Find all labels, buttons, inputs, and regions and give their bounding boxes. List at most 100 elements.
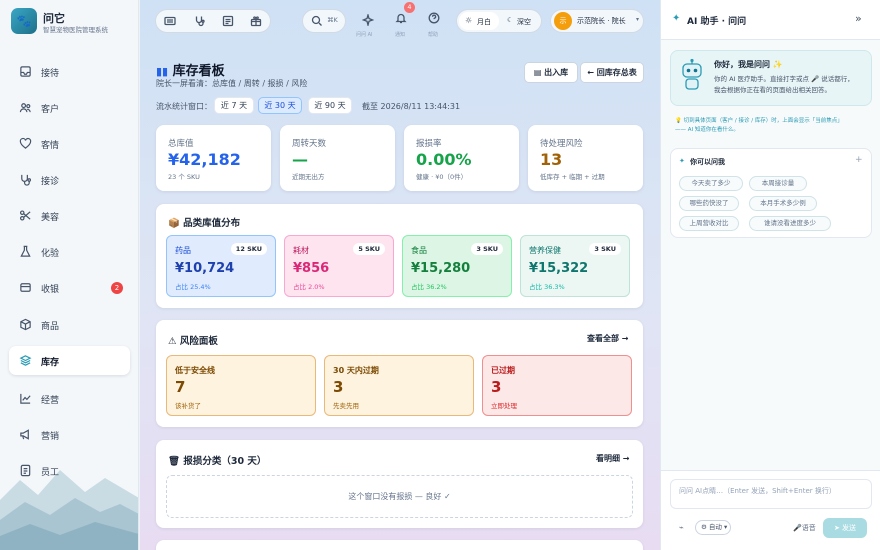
kpi-value: 0.00%	[416, 150, 472, 169]
window-90d[interactable]: 近 90 天	[308, 97, 352, 114]
stethoscope-icon	[21, 174, 32, 186]
users-icon	[19, 103, 31, 113]
reception-icon	[20, 66, 31, 77]
theme-light-label: 月白	[477, 18, 491, 26]
kpi-pending-risk[interactable]: 待处理风险 13 低库存 + 临期 + 过期	[528, 125, 643, 191]
bell-icon	[395, 13, 407, 24]
search-button[interactable]: ⌘K	[302, 9, 346, 33]
cutoff-time: 截至 2026/8/11 13:44:31	[362, 102, 461, 111]
sidebar-item-cashier[interactable]: 收银 2	[9, 273, 130, 302]
sparkle-icon: ✦	[672, 13, 681, 24]
theme-dark-option[interactable]: ☾ 深空	[501, 12, 541, 30]
risk-expiring-30d[interactable]: 30 天内过期 3 先卖先用	[324, 355, 474, 416]
category-food[interactable]: 食品 3 SKU ¥15,280 占比 36.2%	[402, 235, 512, 297]
ai-input-area: 问问 AI点睛…（Enter 发送，Shift+Enter 换行） ⌁ ⚙ 自动…	[661, 470, 880, 550]
sidebar-item-lab[interactable]: 化验	[9, 237, 130, 266]
sun-icon: ☼	[465, 16, 473, 25]
gear-icon: ⚙	[701, 523, 709, 531]
sidebar-item-reception[interactable]: 接待	[9, 57, 130, 86]
category-name: 耗材	[293, 246, 309, 255]
ai-greeting-line-1: 你的 AI 医疗助手。直接打字或点 🎤 说话都行，	[714, 75, 854, 83]
ai-hint-line-1: 💡 切到具体页面（客户 / 接诊 / 库存）时，上面会显示「当前焦点」	[675, 118, 843, 124]
kpi-value: 13	[540, 150, 563, 169]
package-icon: 📦	[168, 218, 184, 229]
attachment-icon[interactable]: ⌁	[679, 523, 684, 532]
stethoscope-tool-button[interactable]	[186, 10, 214, 32]
category-name: 营养保健	[529, 246, 561, 255]
brand-logo: 🐾	[11, 8, 37, 34]
sidebar-item-relations[interactable]: 客情	[9, 129, 130, 158]
category-sku-badge: 5 SKU	[353, 243, 385, 255]
suggestion-chip[interactable]: 今天卖了多少	[679, 176, 743, 191]
theme-dark-label: 深空	[517, 18, 531, 26]
risk-below-safety[interactable]: 低于安全线 7 该补货了	[166, 355, 316, 416]
gift-icon	[250, 16, 262, 27]
kpi-sub: 23 个 SKU	[168, 173, 200, 181]
voice-button[interactable]: 🎤语音	[793, 523, 816, 533]
sidebar-item-label: 美容	[41, 213, 60, 223]
suggestion-chip[interactable]: 本月手术多少例	[749, 196, 817, 211]
category-share: 占比 2.0%	[293, 283, 325, 291]
suggestion-chip[interactable]: 上周营收对比	[679, 216, 739, 231]
mode-select[interactable]: ⚙ 自动 ▾	[695, 520, 731, 535]
window-7d[interactable]: 近 7 天	[214, 97, 254, 114]
sidebar-item-marketing[interactable]: 营销	[9, 420, 130, 449]
back-to-inventory-button[interactable]: ← 回库存总表	[580, 62, 644, 83]
next-section-card	[156, 540, 643, 550]
risk-name: 低于安全线	[175, 366, 215, 375]
sidebar-item-grooming[interactable]: 美容	[9, 201, 130, 230]
id-card-icon	[20, 464, 31, 477]
category-nutrition[interactable]: 营养保健 3 SKU ¥15,322 占比 36.3%	[520, 235, 630, 297]
risk-name: 30 天内过期	[333, 366, 379, 375]
sidebar-item-label: 接诊	[41, 177, 60, 187]
loss-empty-state: 这个窗口没有报损 — 良好 ✓	[166, 475, 633, 518]
user-menu[interactable]: 示 示范院长 · 院长 ▾	[550, 9, 644, 33]
warning-icon: ⚠	[168, 336, 180, 347]
sidebar-item-staff[interactable]: 员工	[9, 456, 130, 485]
sidebar-item-operations[interactable]: 经营	[9, 384, 130, 413]
help-button[interactable]	[420, 7, 448, 29]
category-share: 占比 25.4%	[175, 283, 211, 291]
risk-panel-card: ⚠ 风险面板 查看全部 → 低于安全线 7 该补货了 30 天内过期 3 先卖先…	[156, 320, 643, 427]
sidebar-item-consultation[interactable]: 接诊	[9, 165, 130, 194]
risk-expired[interactable]: 已过期 3 立即处理	[482, 355, 632, 416]
category-share: 占比 36.3%	[529, 283, 565, 291]
suggestion-chip[interactable]: 本周接诊量	[749, 176, 807, 191]
category-consumables[interactable]: 耗材 5 SKU ¥856 占比 2.0%	[284, 235, 394, 297]
ai-suggestions-card: ✦ 你可以问我 + 今天卖了多少 本周接诊量 哪些药快没了 本月手术多少例 上周…	[670, 148, 872, 238]
gift-tool-button[interactable]	[242, 10, 270, 32]
view-all-risk-link[interactable]: 查看全部 →	[587, 333, 629, 344]
ai-message-input[interactable]: 问问 AI点睛…（Enter 发送，Shift+Enter 换行）	[670, 479, 872, 509]
category-share: 占比 36.2%	[411, 283, 447, 291]
keyboard-icon	[164, 16, 176, 26]
loss-detail-link[interactable]: 看明细 →	[596, 453, 630, 464]
risk-sub: 先卖先用	[333, 402, 359, 410]
box-icon	[20, 318, 31, 331]
category-name: 食品	[411, 246, 427, 255]
category-value: ¥15,280	[411, 261, 471, 276]
sidebar: 🐾 问它 智慧宠物医院管理系统 接待 客户 客情 接诊 美容 化验 收银 2 商…	[0, 0, 139, 550]
sidebar-item-products[interactable]: 商品	[9, 310, 130, 339]
inout-button[interactable]: ▤ 出入库	[524, 62, 578, 83]
collapse-panel-icon[interactable]: »	[855, 12, 862, 25]
sidebar-item-inventory[interactable]: 库存	[9, 346, 130, 375]
send-button[interactable]: ➤ 发送	[823, 518, 867, 538]
suggestion-chip[interactable]: 谁请没看进度多少	[749, 216, 831, 231]
kpi-turnover-days[interactable]: 周转天数 — 近期无出方	[280, 125, 395, 191]
ask-ai-button[interactable]	[354, 9, 382, 31]
kpi-loss-rate[interactable]: 报损率 0.00% 健康 · ¥0（0件）	[404, 125, 519, 191]
sidebar-item-customers[interactable]: 客户	[9, 93, 130, 122]
notification-badge: 4	[404, 2, 415, 13]
sidebar-item-label: 客情	[41, 141, 60, 151]
sidebar-item-label: 商品	[41, 322, 60, 332]
kpi-label: 报损率	[416, 139, 442, 149]
suggestion-chip[interactable]: 哪些药快没了	[679, 196, 739, 211]
keyboard-tool-button[interactable]	[156, 10, 184, 32]
notes-tool-button[interactable]	[214, 10, 242, 32]
category-drugs[interactable]: 药品 12 SKU ¥10,724 占比 25.4%	[166, 235, 276, 297]
sidebar-item-label: 收银	[41, 285, 60, 295]
plus-icon[interactable]: +	[855, 155, 863, 165]
kpi-total-value[interactable]: 总库值 ¥42,182 23 个 SKU	[156, 125, 271, 191]
window-30d[interactable]: 近 30 天	[258, 97, 302, 114]
theme-light-option[interactable]: ☼ 月白	[459, 12, 499, 30]
